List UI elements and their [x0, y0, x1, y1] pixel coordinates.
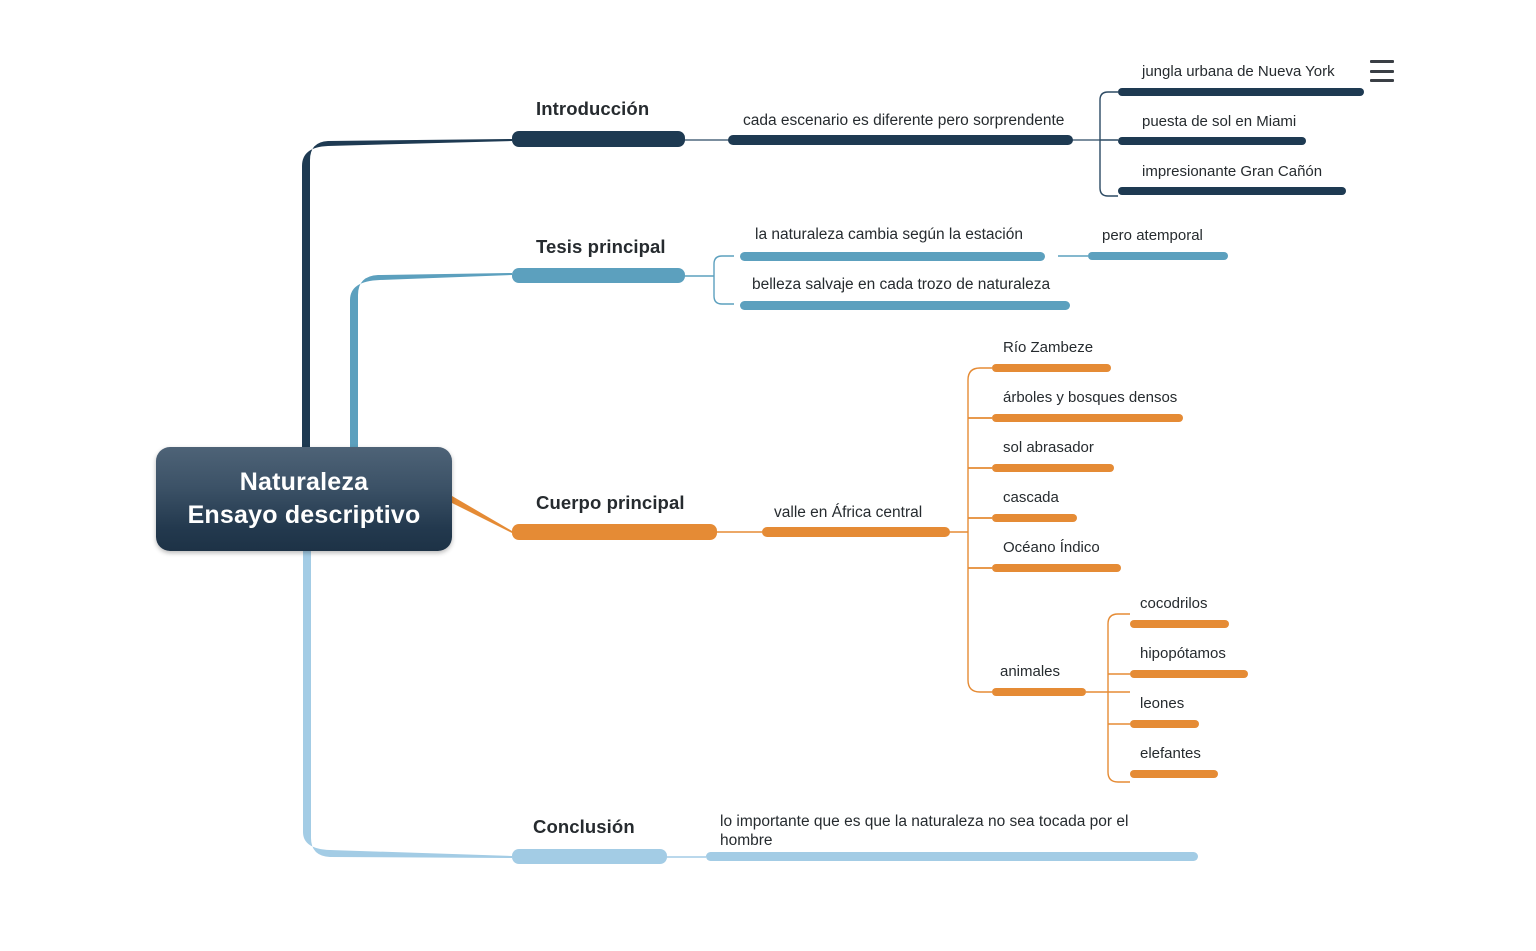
node-label-cuerpo-leaf-3: sol abrasador: [1003, 439, 1094, 456]
bar-intro-leaf-1[interactable]: [1118, 88, 1364, 96]
bar-introduccion[interactable]: [512, 131, 685, 147]
node-label-conclusion-child-1: lo importante que es que la naturaleza n…: [720, 813, 1129, 850]
bar-tesis-leaf-1[interactable]: [1088, 252, 1228, 260]
node-label-cuerpo-leaf-2: árboles y bosques densos: [1003, 389, 1178, 406]
trunk-tesis: [344, 273, 512, 455]
menu-line-1: [1370, 60, 1394, 63]
hamburger-menu-icon[interactable]: [1370, 60, 1394, 82]
node-label-animal-1: cocodrilos: [1140, 595, 1208, 612]
bar-cuerpo-principal[interactable]: [512, 524, 717, 540]
node-label-cuerpo-leaf-4: cascada: [1003, 489, 1059, 506]
root-title-line-1: Naturaleza: [239, 468, 369, 496]
bracket-cuerpo: [967, 367, 992, 693]
node-label-tesis-child-1: la naturaleza cambia según la estación: [755, 226, 1023, 243]
node-label-cuerpo-leaf-5: Océano Índico: [1003, 539, 1100, 556]
bar-conclusion[interactable]: [512, 849, 667, 864]
bar-tesis-child-2[interactable]: [740, 301, 1070, 310]
bar-cuerpo-leaf-6[interactable]: [992, 688, 1086, 696]
node-label-animal-4: elefantes: [1140, 745, 1201, 762]
node-label-tesis-principal: Tesis principal: [536, 236, 666, 257]
node-label-tesis-child-2: belleza salvaje en cada trozo de natural…: [752, 276, 1051, 293]
trunk-cuerpo: [452, 496, 512, 533]
root-node[interactable]: Naturaleza Ensayo descriptivo: [156, 447, 452, 551]
bar-animal-4[interactable]: [1130, 770, 1218, 778]
trunk-introduccion: [296, 139, 512, 470]
node-label-cuerpo-child-1: valle en África central: [774, 504, 923, 521]
bracket-animales: [1107, 613, 1130, 783]
bar-conclusion-child-1[interactable]: [706, 852, 1198, 861]
bar-animal-1[interactable]: [1130, 620, 1229, 628]
node-label-animal-2: hipopótamos: [1140, 645, 1226, 662]
trunk-conclusion: [296, 540, 512, 858]
bar-cuerpo-leaf-5[interactable]: [992, 564, 1121, 572]
node-label-cuerpo-principal: Cuerpo principal: [536, 492, 685, 513]
node-label-intro-leaf-3: impresionante Gran Cañón: [1142, 163, 1323, 180]
bar-cuerpo-leaf-3[interactable]: [992, 464, 1114, 472]
bracket-introduccion: [1099, 91, 1118, 197]
menu-line-2: [1370, 69, 1394, 73]
node-label-conclusion: Conclusión: [533, 816, 635, 837]
bar-intro-child-1[interactable]: [728, 135, 1073, 145]
node-label-cuerpo-leaf-6: animales: [1000, 663, 1061, 680]
bar-tesis-principal[interactable]: [512, 268, 685, 283]
bar-intro-leaf-3[interactable]: [1118, 187, 1346, 195]
mindmap-canvas: Introducción cada escenario es diferente…: [0, 0, 1536, 951]
bar-animal-2[interactable]: [1130, 670, 1248, 678]
node-label-introduccion: Introducción: [536, 98, 650, 119]
bar-tesis-child-1[interactable]: [740, 252, 1045, 261]
root-title-line-2: Ensayo descriptivo: [187, 501, 421, 529]
node-label-intro-child-1: cada escenario es diferente pero sorpren…: [743, 112, 1065, 129]
bar-cuerpo-leaf-4[interactable]: [992, 514, 1077, 522]
node-label-intro-leaf-2: puesta de sol en Miami: [1142, 113, 1297, 130]
node-label-tesis-leaf-1: pero atemporal: [1102, 227, 1203, 244]
bar-intro-leaf-2[interactable]: [1118, 137, 1306, 145]
node-label-intro-leaf-1: jungla urbana de Nueva York: [1142, 63, 1335, 80]
menu-line-3: [1370, 79, 1394, 82]
bracket-tesis: [713, 255, 734, 305]
bar-cuerpo-child-1[interactable]: [762, 527, 950, 537]
bar-animal-3[interactable]: [1130, 720, 1199, 728]
node-label-cuerpo-leaf-1: Río Zambeze: [1003, 339, 1094, 356]
bar-cuerpo-leaf-2[interactable]: [992, 414, 1183, 422]
bar-cuerpo-leaf-1[interactable]: [992, 364, 1111, 372]
node-label-animal-3: leones: [1140, 695, 1185, 712]
